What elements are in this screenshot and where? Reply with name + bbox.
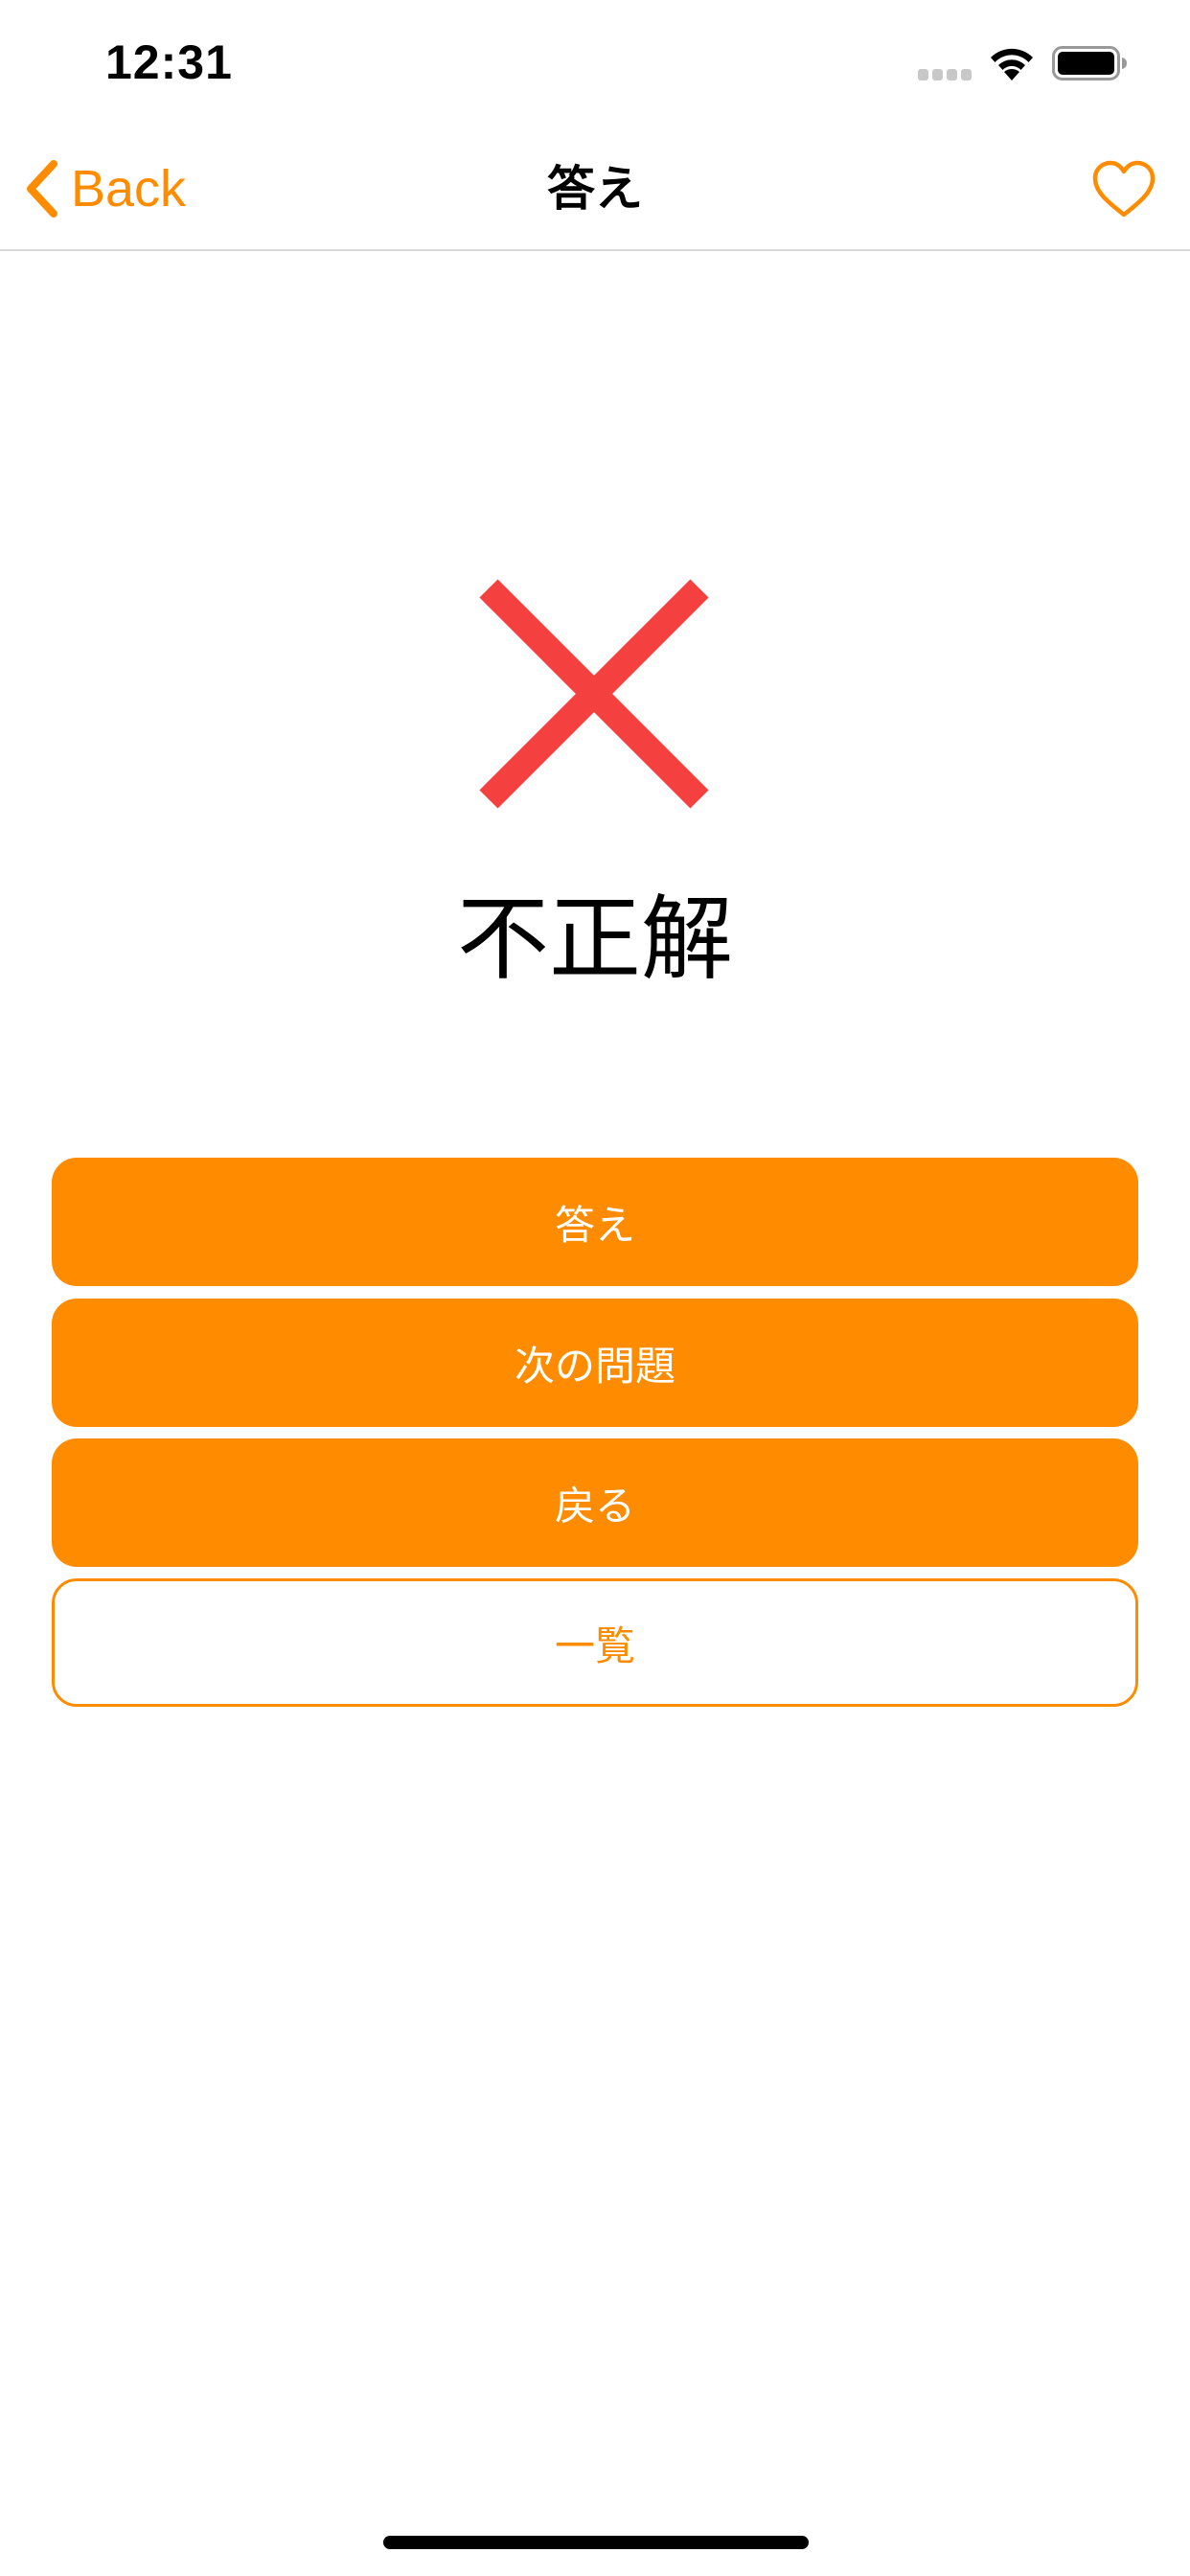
signal-icon [918, 69, 972, 80]
battery-icon [1052, 46, 1127, 80]
page-title: 答え [547, 161, 643, 217]
result-label: 不正解 [457, 886, 733, 993]
status-time: 12:31 [105, 35, 233, 89]
list-button[interactable]: 一覧 [52, 1578, 1138, 1707]
home-indicator[interactable] [383, 2536, 809, 2549]
answer-button-label: 答え [554, 1201, 635, 1249]
heart-outline-icon[interactable] [1090, 159, 1157, 220]
answer-button[interactable]: 答え [52, 1158, 1138, 1286]
navigation-bar: Back 答え [0, 126, 1190, 251]
status-bar: 12:31 [0, 0, 1190, 126]
answer-screen: 12:31 Back 答え 不正解 答え 次の問題 戻る 一覧 [0, 0, 1190, 2576]
next-question-button[interactable]: 次の問題 [52, 1299, 1138, 1427]
next-question-button-label: 次の問題 [514, 1342, 675, 1390]
return-button-label: 戻る [554, 1482, 635, 1530]
cross-icon [479, 579, 709, 809]
list-button-label: 一覧 [554, 1622, 635, 1669]
return-button[interactable]: 戻る [52, 1438, 1138, 1567]
wifi-icon [991, 48, 1033, 80]
